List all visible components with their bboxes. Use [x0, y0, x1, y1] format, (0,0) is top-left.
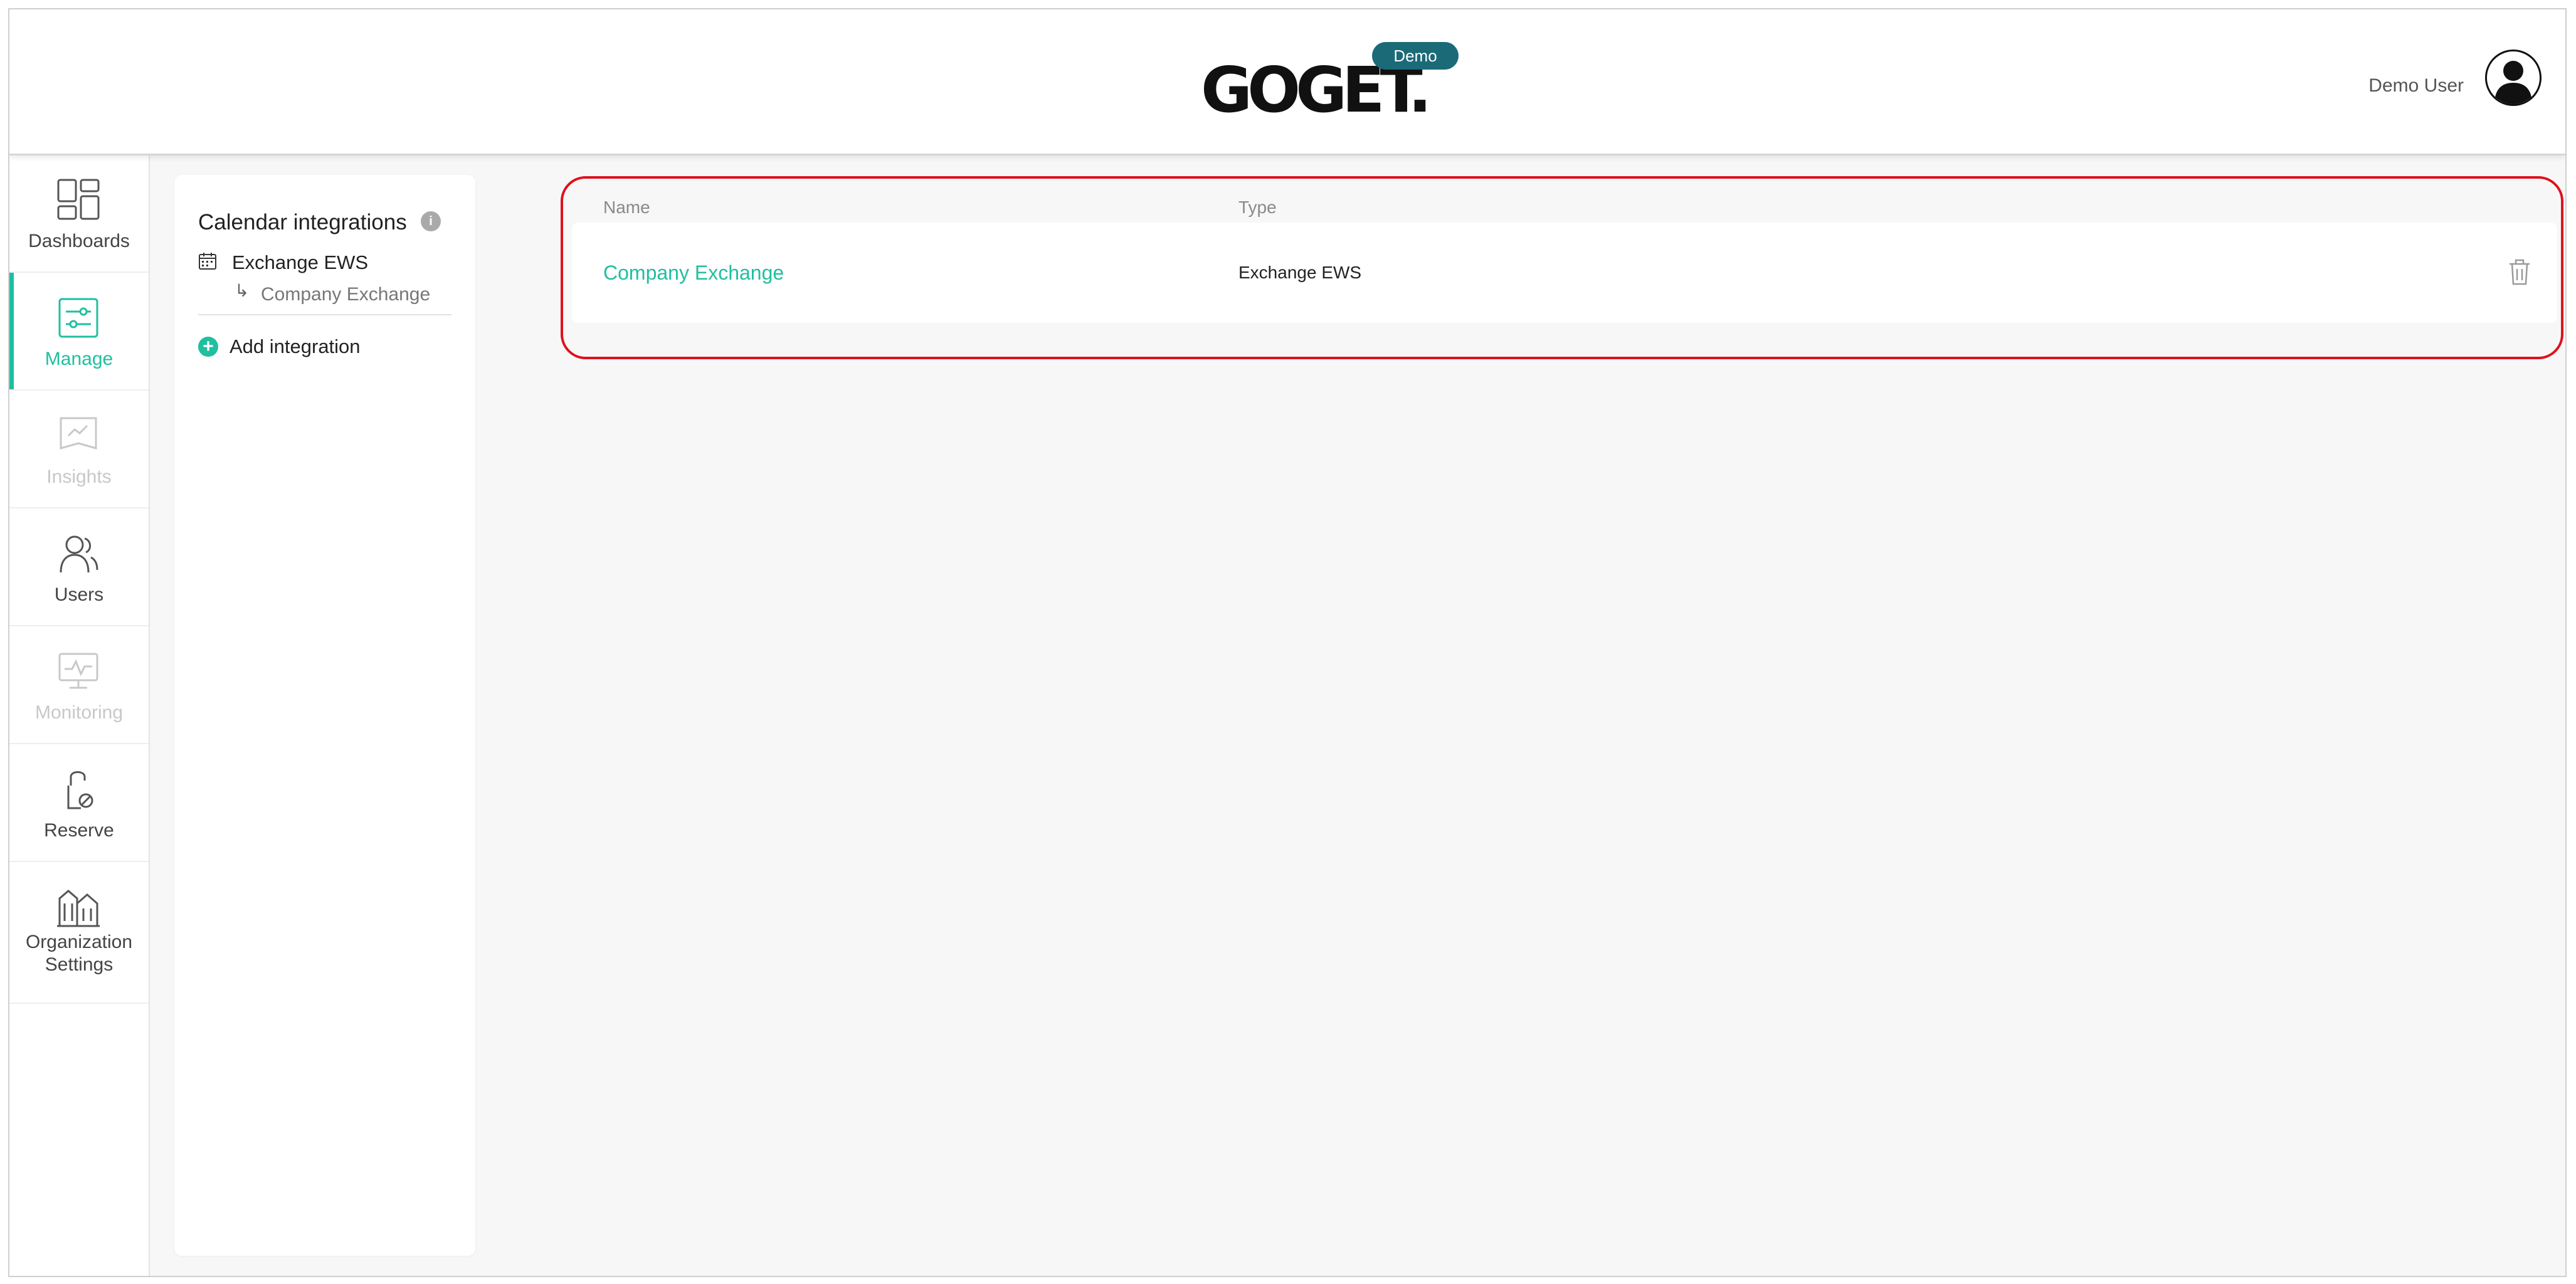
- table-row[interactable]: Company Exchange Exchange EWS: [572, 223, 2557, 323]
- active-indicator: [9, 273, 14, 389]
- column-header-type: Type: [1238, 197, 1277, 217]
- insights-icon: [60, 417, 97, 450]
- avatar[interactable]: [2485, 50, 2542, 106]
- monitoring-icon: [58, 653, 98, 689]
- nav-item-dashboards[interactable]: Dashboards: [9, 155, 149, 273]
- nav-item-monitoring[interactable]: Monitoring: [9, 626, 149, 744]
- building-icon: [57, 890, 100, 927]
- nav-item-insights[interactable]: Insights: [9, 391, 149, 508]
- trash-icon[interactable]: [2507, 258, 2532, 287]
- nav-label-manage: Manage: [45, 349, 113, 369]
- integration-type-label: Exchange EWS: [232, 251, 369, 273]
- dashboards-icon: [57, 179, 100, 220]
- sidebar-nav: Dashboards Manage Insights Users Monitor…: [9, 155, 150, 1276]
- integration-name-label: Company Exchange: [261, 284, 431, 305]
- integration-name-link[interactable]: Company Exchange: [603, 261, 784, 285]
- logo: GOGET. Demo: [1201, 42, 1459, 125]
- nav-item-manage[interactable]: Manage: [9, 273, 149, 391]
- nav-label-insights: Insights: [46, 466, 112, 487]
- nav-label-monitoring: Monitoring: [34, 702, 124, 723]
- add-integration-label: Add integration: [230, 335, 361, 357]
- top-header: GOGET. Demo Demo User: [9, 9, 2565, 155]
- tree-branch-icon: ↳: [235, 281, 250, 300]
- app-window: GOGET. Demo Demo User Dashboards Manage …: [8, 8, 2567, 1277]
- panel-title: Calendar integrations: [198, 210, 407, 234]
- nav-item-organization-settings[interactable]: Organization Settings: [9, 862, 149, 1004]
- calendar-icon: [199, 253, 216, 270]
- plus-circle-icon: +: [198, 337, 218, 357]
- integration-type-cell: Exchange EWS: [1238, 263, 1362, 282]
- nav-label-users: Users: [54, 584, 104, 605]
- info-icon[interactable]: i: [421, 211, 441, 231]
- nav-item-reserve[interactable]: Reserve: [9, 744, 149, 862]
- calendar-integrations-panel: Calendar integrations i Exchange EWS ↳ C…: [174, 175, 475, 1256]
- reserve-icon: [67, 771, 93, 809]
- demo-badge: Demo: [1372, 42, 1459, 70]
- nav-label-reserve: Reserve: [44, 820, 114, 841]
- user-name[interactable]: Demo User: [2368, 75, 2464, 97]
- user-avatar-icon: [2494, 61, 2532, 104]
- users-icon: [60, 535, 98, 573]
- nav-label-organization-settings: Organization Settings: [25, 932, 133, 975]
- nav-label-dashboards: Dashboards: [28, 231, 130, 251]
- manage-icon: [58, 298, 98, 338]
- divider: [198, 314, 451, 315]
- nav-item-users[interactable]: Users: [9, 508, 149, 626]
- column-header-name: Name: [603, 197, 650, 217]
